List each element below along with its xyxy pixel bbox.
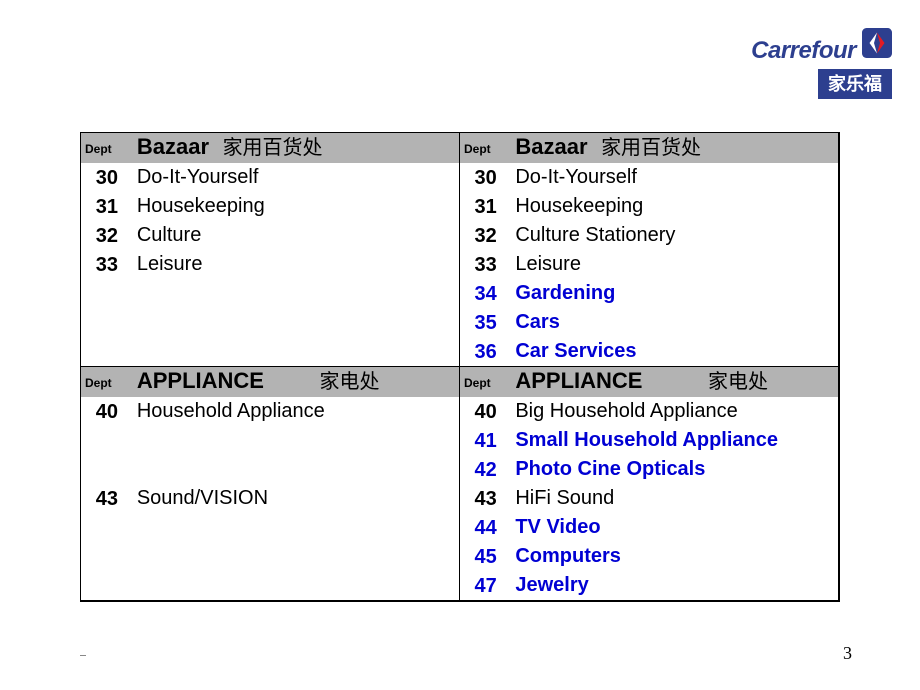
table-row: 47Jewelry [81,571,838,600]
appliance-title-right: APPLIANCE [511,368,642,393]
table-row: 32Culture32Culture Stationery [81,221,838,250]
department-table: Dept Bazaar 家用百货处 Dept Bazaar 家用百货处 30Do… [80,132,840,602]
appliance-title-left: APPLIANCE [133,368,264,393]
bazaar-header-row: Dept Bazaar 家用百货处 Dept Bazaar 家用百货处 [81,133,838,163]
table-row: 35Cars [81,308,838,337]
appliance-cn-left: 家电处 [270,371,380,393]
dept-label: Dept [460,367,511,397]
dept-label: Dept [460,133,511,163]
dept-label: Dept [81,133,133,163]
table-row: 36Car Services [81,337,838,367]
bazaar-cn-right: 家用百货处 [593,137,701,159]
dept-label: Dept [81,367,133,397]
appliance-header-row: Dept APPLIANCE 家电处 Dept APPLIANCE 家电处 [81,367,838,398]
table-row: 45Computers [81,542,838,571]
table-row: 31Housekeeping31Housekeeping [81,192,838,221]
bazaar-title-right: Bazaar [511,134,587,159]
bazaar-title-left: Bazaar [133,134,209,159]
brand-name: Carrefour [751,37,856,65]
table-row: 44TV Video [81,513,838,542]
brand-logo: Carrefour 家乐福 [702,28,892,99]
table-row: 33Leisure33Leisure [81,250,838,279]
table-row: 34Gardening [81,279,838,308]
table-row: 42Photo Cine Opticals [81,455,838,484]
table-row: 30Do-It-Yourself30Do-It-Yourself [81,163,838,192]
table-row: 40Household Appliance40Big Household App… [81,397,838,426]
bazaar-cn-left: 家用百货处 [215,137,323,159]
table-row: 41Small Household Appliance [81,426,838,455]
ruler-tick [80,655,86,656]
appliance-cn-right: 家电处 [648,371,768,393]
table-row: 43Sound/VISION43HiFi Sound [81,484,838,513]
page-number: 3 [843,643,852,664]
brand-sub-cn: 家乐福 [818,69,892,99]
carrefour-icon [862,28,892,58]
